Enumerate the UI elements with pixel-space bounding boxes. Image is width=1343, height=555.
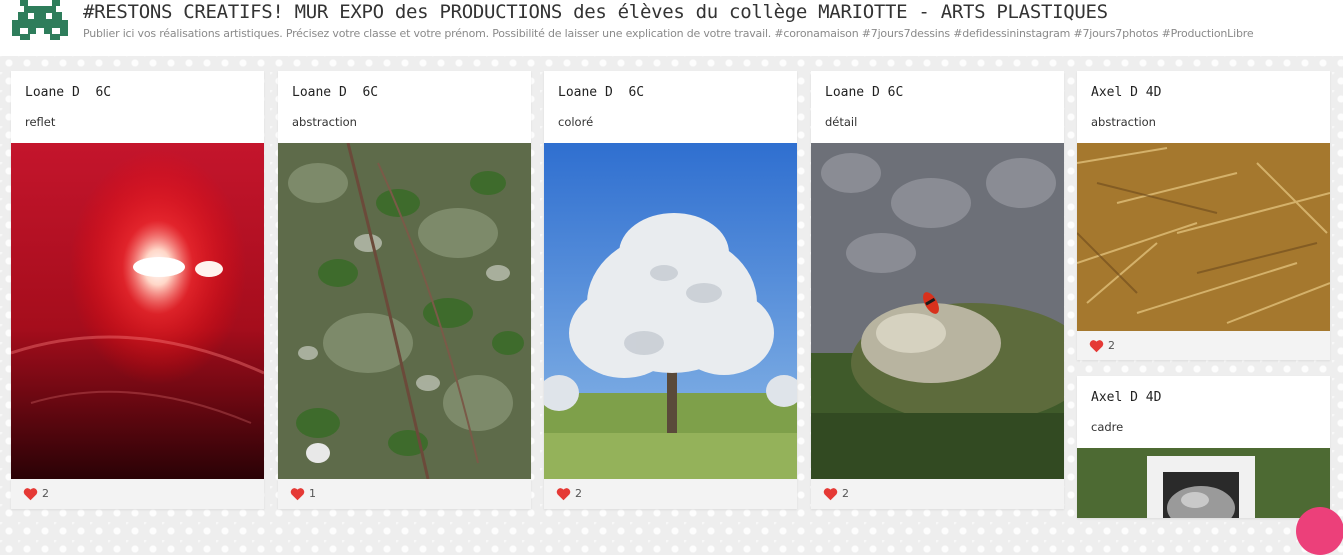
post-description: abstraction — [292, 115, 357, 129]
post-card[interactable]: Axel D 4D abstraction 2 — [1077, 71, 1330, 360]
like-count: 2 — [575, 487, 582, 500]
post-footer: 1 — [278, 479, 531, 509]
post-author: Axel D 4D — [1091, 85, 1162, 100]
post-image-straw[interactable] — [1077, 143, 1330, 331]
like-count: 1 — [309, 487, 316, 500]
post-card[interactable]: Loane D 6C abstraction 1 — [278, 71, 531, 509]
heart-icon[interactable] — [823, 487, 838, 501]
post-description: détail — [825, 115, 858, 129]
like-count: 2 — [1108, 339, 1115, 352]
post-author: Loane D 6C — [292, 85, 379, 100]
post-footer: 2 — [1077, 331, 1330, 360]
post-card[interactable]: Axel D 4D cadre — [1077, 376, 1330, 518]
heart-icon[interactable] — [290, 487, 305, 501]
wall-title: #RESTONS CREATIFS! MUR EXPO des PRODUCTI… — [83, 1, 1108, 23]
post-footer: 2 — [811, 479, 1064, 509]
post-description: abstraction — [1091, 115, 1156, 129]
post-author: Loane D 6C — [558, 85, 645, 100]
heart-icon[interactable] — [1089, 339, 1104, 353]
post-image-frame[interactable] — [1077, 448, 1330, 518]
space-invader-icon — [12, 0, 68, 40]
heart-icon[interactable] — [23, 487, 38, 501]
post-image-red-reflection[interactable] — [11, 143, 264, 479]
post-card[interactable]: Loane D 6C détail 2 — [811, 71, 1064, 509]
post-footer: 2 — [544, 479, 797, 509]
post-author: Loane D 6C — [825, 85, 904, 100]
like-count: 2 — [42, 487, 49, 500]
heart-icon[interactable] — [556, 487, 571, 501]
wall-header: #RESTONS CREATIFS! MUR EXPO des PRODUCTI… — [0, 0, 1343, 56]
like-count: 2 — [842, 487, 849, 500]
add-post-button[interactable] — [1296, 507, 1343, 555]
post-footer: 2 — [11, 479, 264, 509]
post-description: reflet — [25, 115, 56, 129]
post-image-blossom-tree[interactable] — [544, 143, 797, 479]
post-card[interactable]: Loane D 6C coloré 2 — [544, 71, 797, 509]
post-author: Loane D 6C — [25, 85, 112, 100]
post-description: cadre — [1091, 420, 1124, 434]
post-card[interactable]: Loane D 6C reflet 2 — [11, 71, 264, 509]
wall-description: Publier ici vos réalisations artistiques… — [83, 27, 1254, 40]
post-description: coloré — [558, 115, 594, 129]
post-image-firebug-on-stone[interactable] — [811, 143, 1064, 479]
post-author: Axel D 4D — [1091, 390, 1162, 405]
post-image-ivy-leaves[interactable] — [278, 143, 531, 479]
